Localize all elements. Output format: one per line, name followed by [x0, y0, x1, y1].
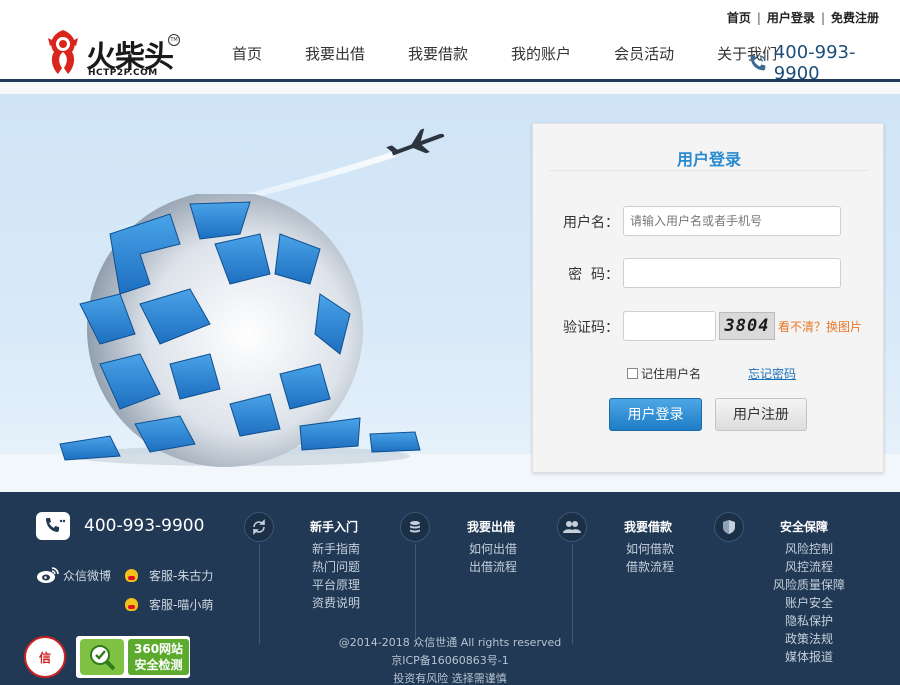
trust-badge-text: 信: [38, 650, 51, 665]
header-divider-light: [0, 82, 900, 94]
login-title: 用户登录: [676, 150, 741, 169]
header: 火柴头 HCTP2P.COM TM 首页 我要出借 我要借款 我的账户 会员活动…: [0, 0, 900, 94]
magnifier-shield-icon: [80, 639, 124, 675]
login-panel: 用户登录 用户名： 密 码： 验证码： 3804 看不清？换图片 记住用户名 忘…: [532, 123, 884, 473]
remember-label: 记住用户名: [641, 367, 702, 381]
globe-illustration: [59, 194, 421, 467]
kefu-2-label: 客服-喵小萌: [149, 598, 214, 612]
nav-item-activity[interactable]: 会员活动: [598, 44, 690, 68]
footer-link[interactable]: 平台原理: [312, 576, 360, 594]
footer-link[interactable]: 如何出借: [469, 540, 517, 558]
footer-phone-number: 400-993-9900: [84, 516, 205, 536]
qq-icon: [125, 569, 138, 582]
phone-bubble-icon: [36, 512, 70, 542]
footer-col-links: 如何借款 借款流程: [626, 540, 674, 576]
footer-col-title: 新手入门: [310, 520, 359, 534]
logo-subtext: HCTP2P.COM: [88, 68, 158, 78]
footer-link[interactable]: 资费说明: [312, 594, 360, 612]
footer: 400-993-9900 众信微博 客服-朱古力 客服-喵小萌 新手入门 新手指…: [0, 492, 900, 685]
password-label: 密 码：: [568, 267, 619, 283]
risk-text: 投资有风险 选择需谨慎: [393, 672, 507, 685]
footer-link[interactable]: 风险质量保障: [769, 576, 849, 594]
refresh-icon: [244, 512, 274, 542]
footer-link[interactable]: 新手指南: [312, 540, 360, 558]
kefu-2[interactable]: 客服-喵小萌: [125, 596, 213, 613]
icp-text: 京ICP备16060863号-1: [391, 654, 509, 667]
forgot-password-link[interactable]: 忘记密码: [748, 365, 796, 382]
footer-col-title: 我要借款: [624, 520, 673, 534]
nav-item-borrow[interactable]: 我要借款: [392, 44, 484, 68]
footer-col-line: [415, 544, 416, 644]
footer-col-links: 风险控制 风控流程 风险质量保障 账户安全 隐私保护 政策法规 媒体报道: [769, 540, 849, 666]
footer-col-links: 新手指南 热门问题 平台原理 资费说明: [312, 540, 360, 612]
footer-col-title: 安全保障: [780, 520, 829, 534]
footer-col-line: [259, 544, 260, 644]
login-divider: [549, 170, 869, 171]
main-nav: 首页 我要出借 我要借款 我的账户 会员活动 关于我们: [216, 44, 804, 68]
header-phone: 400-993-9900: [748, 42, 900, 84]
weibo-icon: [37, 567, 59, 583]
footer-link[interactable]: 风险控制: [769, 540, 849, 558]
copyright: @2014-2018 众信世通 All rights reserved 京ICP…: [300, 634, 600, 685]
footer-link[interactable]: 政策法规: [769, 630, 849, 648]
trust-badge[interactable]: 信: [24, 636, 66, 678]
users-icon: [557, 512, 587, 542]
password-input[interactable]: [623, 258, 841, 288]
username-label: 用户名：: [563, 215, 619, 231]
footer-col-title: 我要出借: [467, 520, 516, 534]
kefu-1[interactable]: 客服-朱古力: [125, 567, 213, 584]
coins-icon: [400, 512, 430, 542]
captcha-input[interactable]: [623, 311, 716, 341]
footer-link[interactable]: 出借流程: [469, 558, 517, 576]
kefu-1-label: 客服-朱古力: [149, 569, 214, 583]
phone-icon: [750, 55, 766, 71]
login-button[interactable]: 用户登录: [609, 398, 702, 431]
footer-link[interactable]: 借款流程: [626, 558, 674, 576]
remember-username[interactable]: 记住用户名: [627, 365, 701, 382]
footer-link[interactable]: 账户安全: [769, 594, 849, 612]
nav-item-lend[interactable]: 我要出借: [289, 44, 381, 68]
nav-item-home[interactable]: 首页: [216, 44, 278, 68]
site-logo[interactable]: 火柴头 HCTP2P.COM TM: [44, 28, 184, 80]
security-360-badge[interactable]: 360网站 安全检测: [76, 636, 190, 678]
captcha-refresh-link[interactable]: 看不清？换图片: [778, 318, 862, 335]
footer-col-links: 如何出借 出借流程: [469, 540, 517, 576]
register-button[interactable]: 用户注册: [715, 398, 807, 431]
nav-item-account[interactable]: 我的账户: [495, 44, 587, 68]
remember-checkbox[interactable]: [627, 368, 638, 379]
badge-360-line1: 360网站: [134, 642, 184, 656]
footer-weibo[interactable]: 众信微博: [36, 566, 111, 584]
captcha-image[interactable]: 3804: [719, 312, 775, 340]
footer-link[interactable]: 如何借款: [626, 540, 674, 558]
footer-col-line: [572, 544, 573, 644]
badge-360-line2: 安全检测: [134, 658, 183, 672]
logo-trademark: TM: [168, 34, 180, 46]
header-phone-number: 400-993-9900: [773, 42, 856, 84]
badge-360-text: 360网站 安全检测: [128, 639, 190, 675]
footer-link[interactable]: 热门问题: [312, 558, 360, 576]
logo-mascot-icon: [48, 30, 78, 74]
shield-icon: [714, 512, 744, 542]
captcha-label: 验证码：: [563, 320, 619, 336]
weibo-label: 众信微博: [63, 568, 112, 583]
username-input[interactable]: [623, 206, 841, 236]
footer-phone: 400-993-9900: [36, 512, 205, 542]
copyright-text: @2014-2018 众信世通 All rights reserved: [338, 636, 562, 649]
footer-link[interactable]: 风控流程: [769, 558, 849, 576]
footer-link[interactable]: 隐私保护: [769, 612, 849, 630]
footer-link[interactable]: 媒体报道: [769, 648, 849, 666]
qq-icon: [125, 598, 138, 611]
